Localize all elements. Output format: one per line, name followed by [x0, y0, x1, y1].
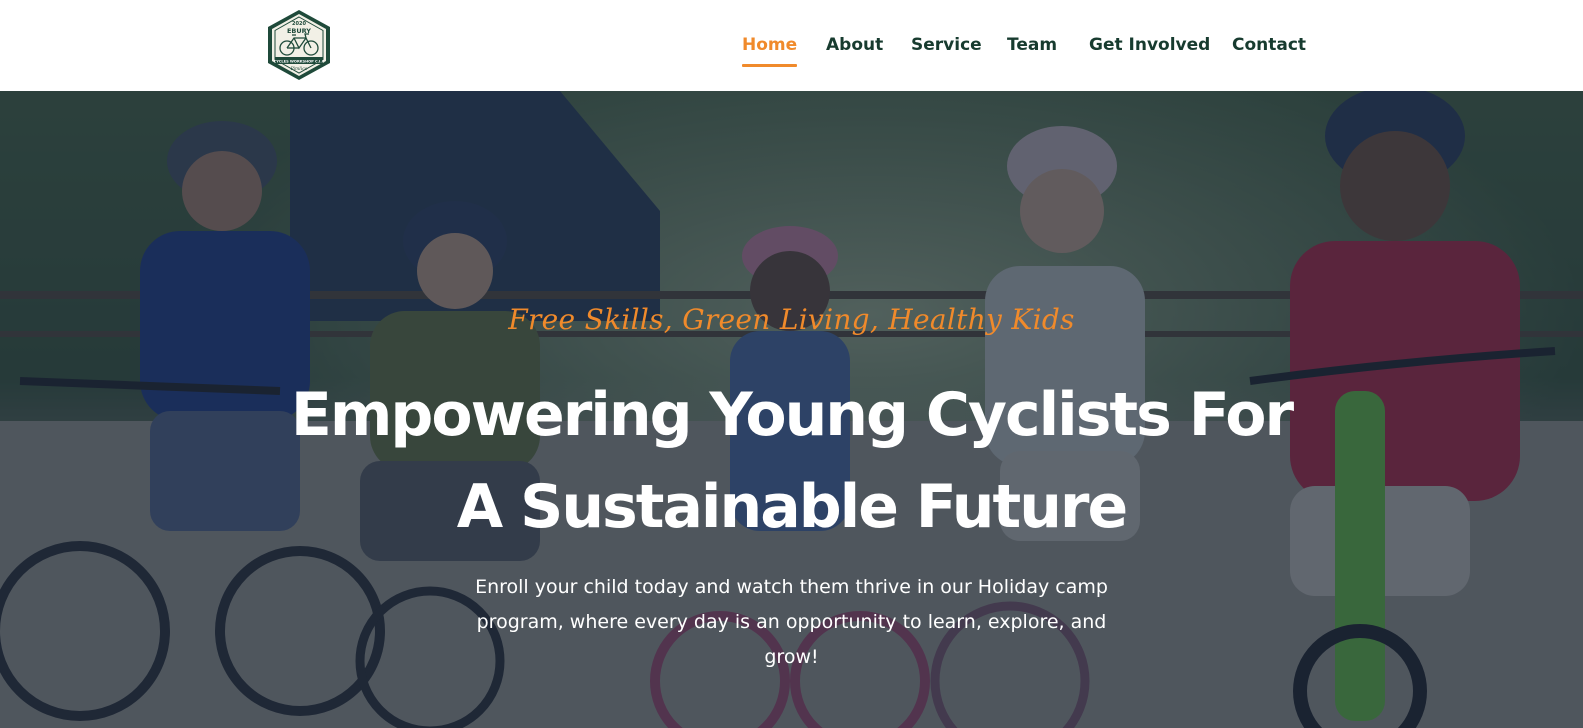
- nav-item-service[interactable]: Service: [911, 34, 982, 56]
- nav-item-home[interactable]: Home: [742, 34, 798, 67]
- nav-item-label: Get Involved: [1089, 35, 1211, 55]
- main-nav: Home About Service Team Get Involved Con…: [0, 0, 1583, 91]
- hero-title-line-1: Empowering Young Cyclists For: [290, 380, 1294, 450]
- nav-item-team[interactable]: Team: [1007, 34, 1057, 56]
- hero-title-line-2: A Sustainable Future: [456, 472, 1128, 542]
- nav-item-label: Service: [911, 35, 982, 55]
- nav-item-label: Contact: [1232, 35, 1307, 55]
- nav-item-contact[interactable]: Contact: [1232, 34, 1306, 56]
- nav-item-label: Team: [1007, 35, 1058, 55]
- nav-item-get-involved[interactable]: Get Involved: [1089, 34, 1210, 56]
- hero-tagline: Free Skills, Green Living, Healthy Kids: [508, 303, 1075, 336]
- active-nav-underline: [742, 64, 798, 67]
- nav-item-label: About: [826, 35, 884, 55]
- site-header: 2020 EBURY CYCLES WORKSHOP C.I.C Pimlico…: [0, 0, 1583, 91]
- hero-section: Free Skills, Green Living, Healthy Kids …: [0, 91, 1583, 728]
- nav-item-about[interactable]: About: [826, 34, 883, 56]
- hero-description: Enroll your child today and watch them t…: [475, 576, 1108, 668]
- nav-item-label: Home: [742, 35, 798, 55]
- hero-title: Empowering Young Cyclists For A Sustaina…: [230, 369, 1353, 553]
